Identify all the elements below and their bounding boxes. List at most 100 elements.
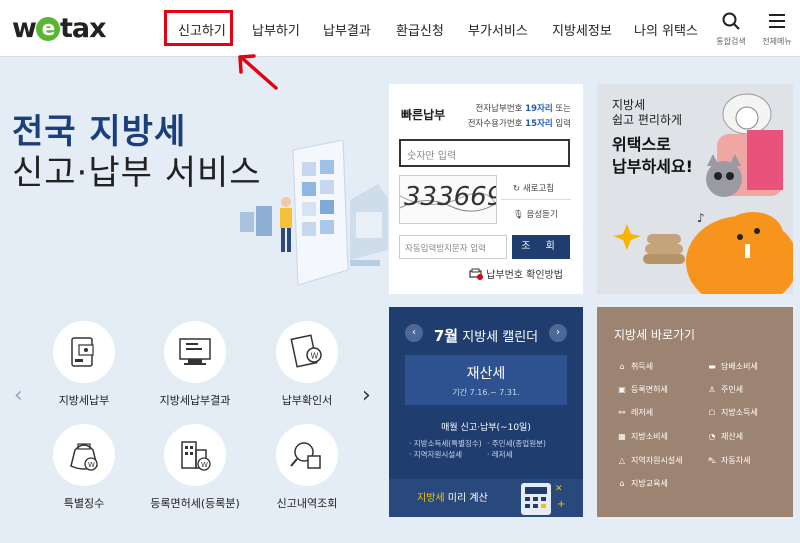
shortcut-vehicle-tax[interactable]: ⛍ 자동차세 bbox=[707, 455, 751, 466]
service-special-collection[interactable]: W 특별징수 bbox=[29, 424, 139, 511]
featured-tax-period: 기간 7.16.~ 7.31. bbox=[452, 388, 520, 397]
microphone-icon: 🎙 bbox=[513, 210, 524, 220]
service-icon-wrap bbox=[276, 424, 338, 486]
shortcut-tobacco-tax[interactable]: ▬ 담배소비세 bbox=[707, 361, 758, 372]
vehicle-tax-icon: ⛍ bbox=[707, 456, 717, 465]
info-line1-post: 또는 bbox=[552, 104, 571, 114]
shortcut-label: 지방소비세 bbox=[631, 432, 668, 441]
captcha-text: 333669 bbox=[404, 182, 497, 212]
services-prev-button[interactable]: ‹ bbox=[14, 383, 23, 408]
payment-result-icon bbox=[179, 338, 211, 365]
shortcut-acquisition-tax[interactable]: ⌂ 취득세 bbox=[617, 361, 653, 372]
tax-payment-icon bbox=[71, 337, 94, 367]
payment-certificate-icon: W bbox=[290, 334, 322, 368]
svg-text:✕: ✕ bbox=[555, 484, 563, 494]
captcha-audio-button[interactable]: 🎙 음성듣기 bbox=[513, 208, 558, 220]
list-item: · 지방소득세(특별징수) bbox=[409, 438, 487, 449]
captcha-refresh-button[interactable]: ↻ 새로고침 bbox=[513, 182, 554, 194]
registration-license-icon: W bbox=[181, 441, 211, 471]
search-icon bbox=[722, 12, 740, 30]
payment-number-input[interactable]: 숫자만 입력 bbox=[399, 139, 570, 167]
shortcut-income-tax[interactable]: ☖ 지방소득세 bbox=[707, 407, 758, 418]
featured-tax-name: 재산세 bbox=[466, 366, 506, 382]
calculator-icon: ✕ + bbox=[521, 483, 565, 515]
calendar-title-text: 지방세 캘린더 bbox=[462, 330, 539, 345]
shortcut-education-tax[interactable]: ⌂ 지방교육세 bbox=[617, 478, 668, 489]
service-report-history[interactable]: 신고내역조회 bbox=[252, 424, 362, 511]
service-payment-certificate[interactable]: W 납부확인서 bbox=[252, 321, 362, 408]
services-next-button[interactable]: › bbox=[362, 383, 371, 408]
nav-extra-services[interactable]: 부가서비스 bbox=[468, 20, 528, 39]
payment-number-help-link[interactable]: 납부번호 확인방법 bbox=[469, 266, 563, 281]
captcha-input[interactable]: 자동입력방지문자 입력 bbox=[399, 235, 507, 259]
chevron-left-icon: ‹ bbox=[14, 383, 23, 408]
site-header: w e tax 신고하기 납부하기 납부결과 환급신청 부가서비스 지방세정보 나의… bbox=[0, 0, 800, 57]
captcha-divider bbox=[501, 199, 571, 200]
nav-local-tax-info[interactable]: 지방세정보 bbox=[552, 20, 612, 39]
service-tax-payment[interactable]: 지방세납부 bbox=[29, 321, 139, 408]
list-item-label: 레저세 bbox=[491, 450, 513, 459]
nav-payment[interactable]: 납부하기 bbox=[252, 20, 300, 39]
menu-button[interactable]: 전체메뉴 bbox=[757, 12, 797, 47]
shortcut-resource-tax[interactable]: △ 지역자원시설세 bbox=[617, 455, 683, 466]
refresh-icon: ↻ bbox=[513, 184, 521, 194]
list-item: · 주민세(종업원분) bbox=[487, 438, 565, 449]
shortcut-label: 취득세 bbox=[631, 362, 654, 371]
info-line2-highlight: 15자리 bbox=[525, 119, 553, 129]
refresh-label: 새로고침 bbox=[522, 184, 555, 194]
nav-highlight-box bbox=[164, 10, 233, 46]
resident-tax-icon: ♙ bbox=[708, 385, 716, 394]
list-item-label: 지방소득세(특별징수) bbox=[413, 439, 482, 448]
svg-text:W: W bbox=[201, 461, 208, 469]
shortcut-label: 레저세 bbox=[631, 408, 654, 417]
shortcut-label: 자동차세 bbox=[721, 456, 751, 465]
local-tax-shortcuts-panel: 지방세 바로가기 ⌂ 취득세 ▬ 담배소비세 ▣ 등록면허세 ♙ 주민세 ⚯ 레저세 ☖ 지… bbox=[597, 307, 793, 517]
shortcut-label: 지방교육세 bbox=[631, 479, 668, 488]
monthly-title: 매월 신고·납부(~10일) bbox=[441, 423, 531, 433]
payment-number-help-label: 납부번호 확인방법 bbox=[486, 270, 563, 281]
shortcut-registration-tax[interactable]: ▣ 등록면허세 bbox=[617, 384, 668, 395]
shortcut-resident-tax[interactable]: ♙ 주민세 bbox=[707, 384, 743, 395]
acquisition-tax-icon: ⌂ bbox=[619, 362, 625, 371]
shortcut-consumption-tax[interactable]: ▦ 지방소비세 bbox=[617, 431, 668, 442]
audio-label: 음성듣기 bbox=[526, 210, 558, 220]
wetax-logo[interactable]: w e tax bbox=[12, 13, 106, 44]
nav-refund[interactable]: 환급신청 bbox=[396, 20, 444, 39]
consumption-tax-icon: ▦ bbox=[618, 432, 626, 441]
service-registration-license[interactable]: W 등록면허세(등록분) bbox=[140, 424, 250, 511]
calendar-featured-tax[interactable]: 재산세 기간 7.16.~ 7.31. bbox=[405, 355, 567, 405]
report-history-icon bbox=[290, 442, 321, 469]
nav-payment-result[interactable]: 납부결과 bbox=[323, 20, 371, 39]
calendar-month: 7월 bbox=[433, 327, 459, 345]
menu-label: 전체메뉴 bbox=[762, 37, 792, 46]
service-icon-wrap: W bbox=[53, 424, 115, 486]
hamburger-icon bbox=[769, 14, 785, 28]
red-arrow-annotation bbox=[238, 54, 278, 90]
service-payment-result[interactable]: 지방세납부결과 bbox=[140, 321, 250, 408]
calc-highlight: 지방세 bbox=[417, 493, 445, 504]
leisure-tax-icon: ⚯ bbox=[618, 408, 626, 417]
search-button[interactable]: 통합검색 bbox=[711, 12, 751, 47]
search-label: 통합검색 bbox=[716, 37, 746, 46]
tobacco-tax-icon: ▬ bbox=[708, 362, 716, 371]
monthly-list: · 지방소득세(특별징수) · 주민세(종업원분) · 지역자원시설세 · 레저세 bbox=[409, 438, 579, 460]
hero-illustration bbox=[240, 140, 388, 286]
resource-tax-icon: △ bbox=[618, 456, 626, 465]
shortcut-label: 등록면허세 bbox=[631, 385, 668, 394]
lookup-button[interactable]: 조 회 bbox=[512, 235, 570, 259]
calendar-next-button[interactable]: › bbox=[549, 324, 567, 342]
info-line1-pre: 전자납부번호 bbox=[475, 104, 526, 114]
shortcut-property-tax[interactable]: ◔ 재산세 bbox=[707, 431, 744, 442]
logo-suffix: tax bbox=[59, 13, 107, 44]
income-tax-icon: ☖ bbox=[708, 408, 716, 417]
list-item: · 지역자원시설세 bbox=[409, 449, 487, 460]
tax-calculator-link[interactable]: 지방세 미리 계산 bbox=[417, 489, 488, 504]
svg-text:W: W bbox=[311, 352, 319, 361]
shortcut-label: 담배소비세 bbox=[721, 362, 758, 371]
service-label: 등록면허세(등록분) bbox=[150, 497, 240, 510]
shortcut-label: 지방소득세 bbox=[721, 408, 758, 417]
nav-my-wetax[interactable]: 나의 위택스 bbox=[634, 20, 698, 39]
list-item: · 레저세 bbox=[487, 449, 565, 460]
promo-banner[interactable]: 지방세 쉽고 편리하게 위택스로 납부하세요! ♪ bbox=[597, 84, 793, 294]
shortcut-leisure-tax[interactable]: ⚯ 레저세 bbox=[617, 407, 653, 418]
